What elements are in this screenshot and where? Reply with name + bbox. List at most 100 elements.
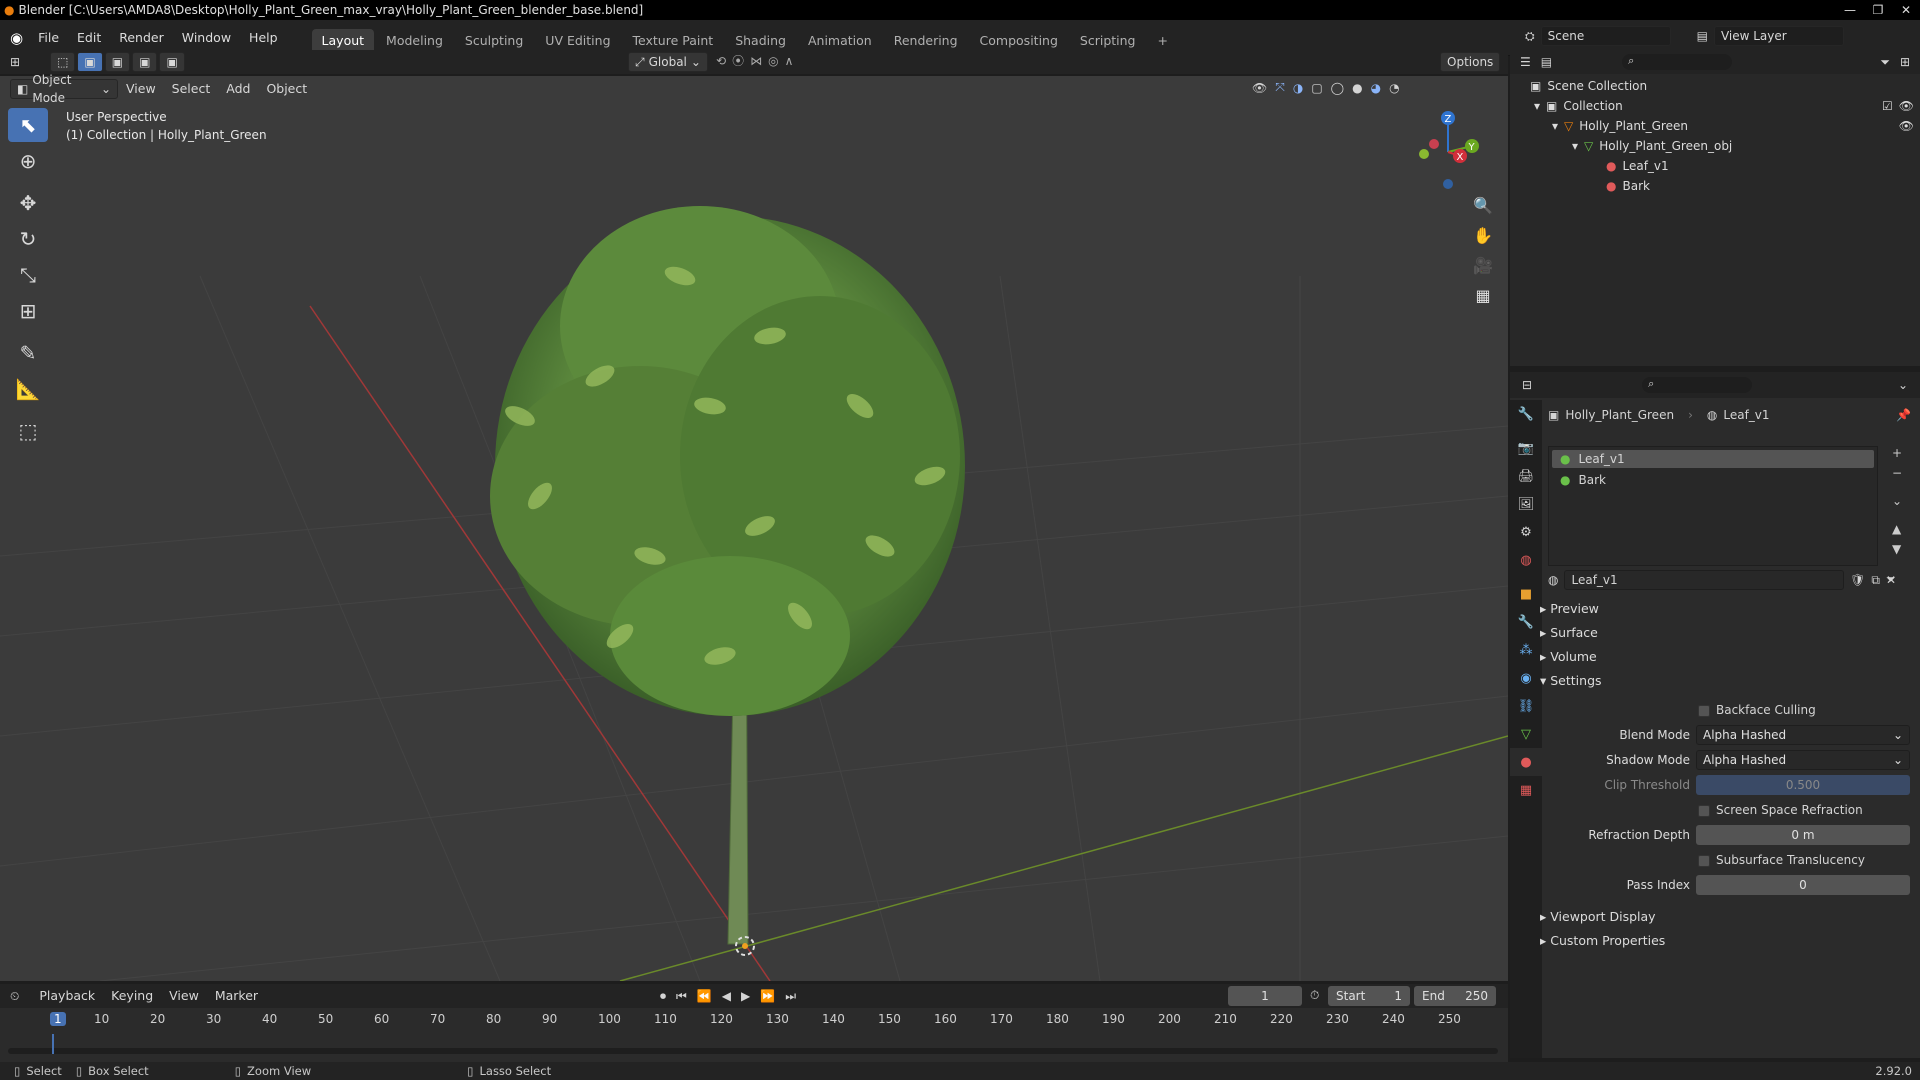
- outliner-search-input[interactable]: ⌕: [1622, 54, 1733, 70]
- view-layer-field[interactable]: View Layer: [1713, 26, 1844, 46]
- move-down-icon[interactable]: ▼: [1892, 542, 1902, 556]
- annotate-tool-icon[interactable]: ✎: [8, 336, 48, 370]
- falloff-icon[interactable]: ∧: [785, 54, 794, 68]
- timeline-editor-icon[interactable]: ⏲: [10, 989, 19, 1004]
- panel-viewport-display[interactable]: ▸ Viewport Display: [1540, 906, 1656, 928]
- outliner-row-collection[interactable]: ▾ ▣ Collection ☑ 👁: [1534, 96, 1914, 116]
- close-icon[interactable]: ✕: [1892, 0, 1920, 20]
- visibility-icon[interactable]: 👁: [1252, 81, 1267, 95]
- expand-icon[interactable]: ▾: [1572, 136, 1578, 156]
- add-menu[interactable]: Add: [218, 78, 258, 100]
- marker-menu[interactable]: Marker: [207, 985, 266, 1007]
- slot-specials-icon[interactable]: ⌄: [1892, 494, 1902, 508]
- timer-icon[interactable]: ⏱: [1310, 988, 1319, 1003]
- ortho-grid-icon[interactable]: ▦: [1468, 280, 1498, 310]
- fake-user-icon[interactable]: 🛡: [1850, 573, 1865, 587]
- timeline-view-menu[interactable]: View: [161, 985, 207, 1007]
- maximize-icon[interactable]: ❐: [1864, 0, 1892, 20]
- new-collection-icon[interactable]: ⊞: [1900, 55, 1910, 69]
- clip-threshold-slider[interactable]: 0.500: [1696, 775, 1910, 795]
- blender-menu-icon[interactable]: ◉: [10, 29, 23, 47]
- outliner-row-bark-material[interactable]: ● Bark: [1606, 176, 1650, 196]
- play-reverse-icon[interactable]: ◀: [722, 989, 731, 1003]
- duplicate-material-icon[interactable]: ⧉: [1871, 573, 1880, 588]
- outliner-row-holly-plant[interactable]: ▾ ▽ Holly_Plant_Green 👁: [1552, 116, 1914, 136]
- panel-preview[interactable]: ▸ Preview: [1540, 598, 1599, 620]
- view-layer-icon[interactable]: ▤: [1697, 29, 1708, 43]
- pivot-icon[interactable]: ⟲: [716, 54, 726, 68]
- camera-view-icon[interactable]: 🎥: [1468, 250, 1498, 280]
- material-filter-icon[interactable]: ⏷: [1886, 572, 1896, 587]
- current-frame-field[interactable]: 1: [1228, 986, 1302, 1006]
- panel-volume[interactable]: ▸ Volume: [1540, 646, 1597, 668]
- jump-end-icon[interactable]: ⏭: [785, 989, 796, 1004]
- rotate-tool-icon[interactable]: ↻: [8, 222, 48, 256]
- options-dropdown[interactable]: Options: [1440, 52, 1500, 72]
- select-new-icon[interactable]: ▣: [77, 52, 103, 72]
- material-shading-icon[interactable]: ◕: [1371, 81, 1381, 95]
- solid-shading-icon[interactable]: ●: [1352, 81, 1362, 95]
- xray-icon[interactable]: ▢: [1311, 81, 1322, 95]
- browse-material-icon[interactable]: ◍: [1548, 573, 1558, 587]
- eye-icon[interactable]: 👁: [1899, 96, 1914, 116]
- end-frame-field[interactable]: End 250: [1414, 986, 1496, 1006]
- playback-menu[interactable]: Playback: [31, 985, 103, 1007]
- proportional-edit-icon[interactable]: ◎: [768, 54, 778, 68]
- zoom-icon[interactable]: 🔍: [1468, 190, 1498, 220]
- measure-tool-icon[interactable]: 📐: [8, 372, 48, 406]
- overlay-icon[interactable]: ◑: [1293, 81, 1303, 95]
- chevron-down-icon[interactable]: ⌄: [1898, 378, 1908, 392]
- tool-tab-icon[interactable]: 🔧: [1510, 400, 1542, 428]
- checkbox-icon[interactable]: ☑: [1882, 96, 1893, 116]
- remove-slot-icon[interactable]: −: [1892, 466, 1902, 480]
- pin-icon[interactable]: 📌: [1896, 408, 1911, 422]
- wireframe-shading-icon[interactable]: ◯: [1331, 81, 1344, 95]
- select-extend-icon[interactable]: ▣: [104, 52, 131, 72]
- properties-search-input[interactable]: ⌕: [1642, 377, 1753, 393]
- select-tool-icon[interactable]: ⬚: [50, 52, 76, 72]
- scene-field[interactable]: Scene: [1540, 26, 1671, 46]
- pan-hand-icon[interactable]: ✋: [1468, 220, 1498, 250]
- navigation-gizmo[interactable]: Z Y X: [1400, 104, 1500, 204]
- timeline-scrollbar[interactable]: [8, 1048, 1498, 1054]
- gizmo-toggle-icon[interactable]: ⤧: [1275, 80, 1285, 95]
- select-menu[interactable]: Select: [164, 78, 219, 100]
- constraints-tab-icon[interactable]: ⛓: [1510, 692, 1542, 720]
- play-icon[interactable]: ▶: [741, 989, 750, 1003]
- eye-icon[interactable]: 👁: [1899, 116, 1914, 136]
- add-slot-icon[interactable]: +: [1892, 446, 1902, 460]
- scale-tool-icon[interactable]: ⤡: [8, 258, 48, 292]
- slot-bark[interactable]: ● Bark: [1552, 471, 1874, 489]
- refraction-depth-field[interactable]: 0 m: [1696, 825, 1910, 845]
- outliner-row-mesh[interactable]: ▾ ▽ Holly_Plant_Green_obj: [1572, 136, 1732, 156]
- material-name-field[interactable]: Leaf_v1: [1564, 570, 1845, 590]
- rendered-shading-icon[interactable]: ◔: [1389, 81, 1399, 95]
- snap-target-icon[interactable]: ⋈: [750, 54, 762, 68]
- gizmo-neg-y[interactable]: [1419, 149, 1429, 159]
- cursor-tool-icon[interactable]: ⊕: [8, 144, 48, 178]
- gizmo-neg-z[interactable]: [1443, 179, 1453, 189]
- render-tab-icon[interactable]: 📷: [1510, 434, 1542, 462]
- expand-icon[interactable]: ▾: [1534, 96, 1540, 116]
- panel-surface[interactable]: ▸ Surface: [1540, 622, 1598, 644]
- outliner-row-leaf-material[interactable]: ● Leaf_v1: [1606, 156, 1669, 176]
- keying-menu[interactable]: Keying: [103, 985, 161, 1007]
- move-up-icon[interactable]: ▲: [1892, 522, 1902, 536]
- transform-tool-icon[interactable]: ⊞: [8, 294, 48, 328]
- move-tool-icon[interactable]: ✥: [8, 186, 48, 220]
- add-cube-tool-icon[interactable]: ⬚: [8, 414, 48, 448]
- object-menu[interactable]: Object: [258, 78, 315, 100]
- select-subtract-icon[interactable]: ▣: [132, 52, 158, 72]
- playhead[interactable]: [52, 1034, 54, 1054]
- particles-tab-icon[interactable]: ⁂: [1510, 636, 1542, 664]
- prev-keyframe-icon[interactable]: ⏪: [697, 989, 712, 1003]
- output-tab-icon[interactable]: 🖨: [1510, 462, 1542, 490]
- view-layer-tab-icon[interactable]: 🖼: [1510, 490, 1542, 518]
- ssr-checkbox[interactable]: [1698, 805, 1710, 817]
- select-invert-icon[interactable]: ▣: [159, 52, 185, 72]
- blend-mode-dropdown[interactable]: Alpha Hashed ⌄: [1696, 725, 1910, 745]
- modifier-tab-icon[interactable]: 🔧: [1510, 608, 1542, 636]
- mode-dropdown[interactable]: ◧ Object Mode ⌄: [10, 73, 118, 105]
- holly-plant[interactable]: [490, 206, 965, 945]
- world-tab-icon[interactable]: ◍: [1510, 546, 1542, 574]
